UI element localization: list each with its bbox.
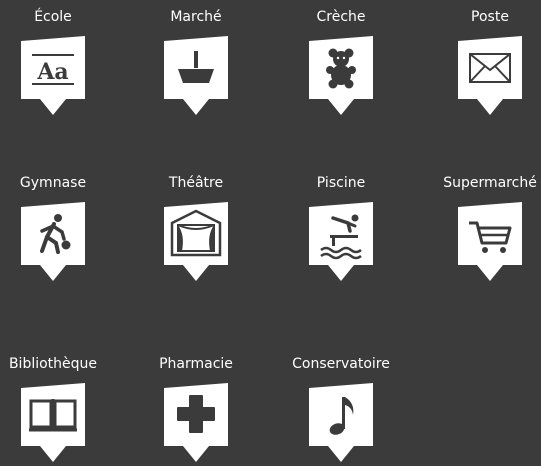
poi-label: Pharmacie [159,356,233,372]
poi-label: Supermarché [443,175,537,191]
poi-conservatoire[interactable]: Conservatoire [274,355,408,462]
poi-gymnase[interactable]: Gymnase [0,174,120,281]
pharmacy-icon [164,383,228,462]
poi-piscine[interactable]: Piscine [274,174,408,281]
poi-creche[interactable]: Crèche [274,8,408,115]
market-icon [164,36,228,115]
post-office-icon [458,36,522,115]
poi-theatre[interactable]: Théâtre [129,174,263,281]
poi-label: Poste [471,9,509,25]
poi-label: Crèche [316,9,366,25]
poi-label: Marché [170,9,222,25]
poi-label: Bibliothèque [8,356,98,372]
svg-text:Aa: Aa [36,59,68,85]
poi-bibliotheque[interactable]: Bibliothèque [0,355,120,462]
poi-ecole[interactable]: École Aa [0,8,120,115]
poi-label: Théâtre [168,175,224,191]
theatre-icon [164,202,228,281]
poi-marche[interactable]: Marché [129,8,263,115]
poi-supermarche[interactable]: Supermarché [423,174,541,281]
poi-label: Gymnase [19,175,87,191]
supermarket-icon [458,202,522,281]
library-icon [21,383,85,462]
poi-label: Conservatoire [292,356,390,372]
poi-label: École [34,9,72,25]
poi-pharmacie[interactable]: Pharmacie [129,355,263,462]
swimming-pool-icon [309,202,373,281]
nursery-icon [309,36,373,115]
gymnasium-icon [21,202,85,281]
poi-poste[interactable]: Poste [423,8,541,115]
school-icon: Aa [21,36,85,115]
poi-label: Piscine [316,175,366,191]
conservatory-icon [309,383,373,462]
